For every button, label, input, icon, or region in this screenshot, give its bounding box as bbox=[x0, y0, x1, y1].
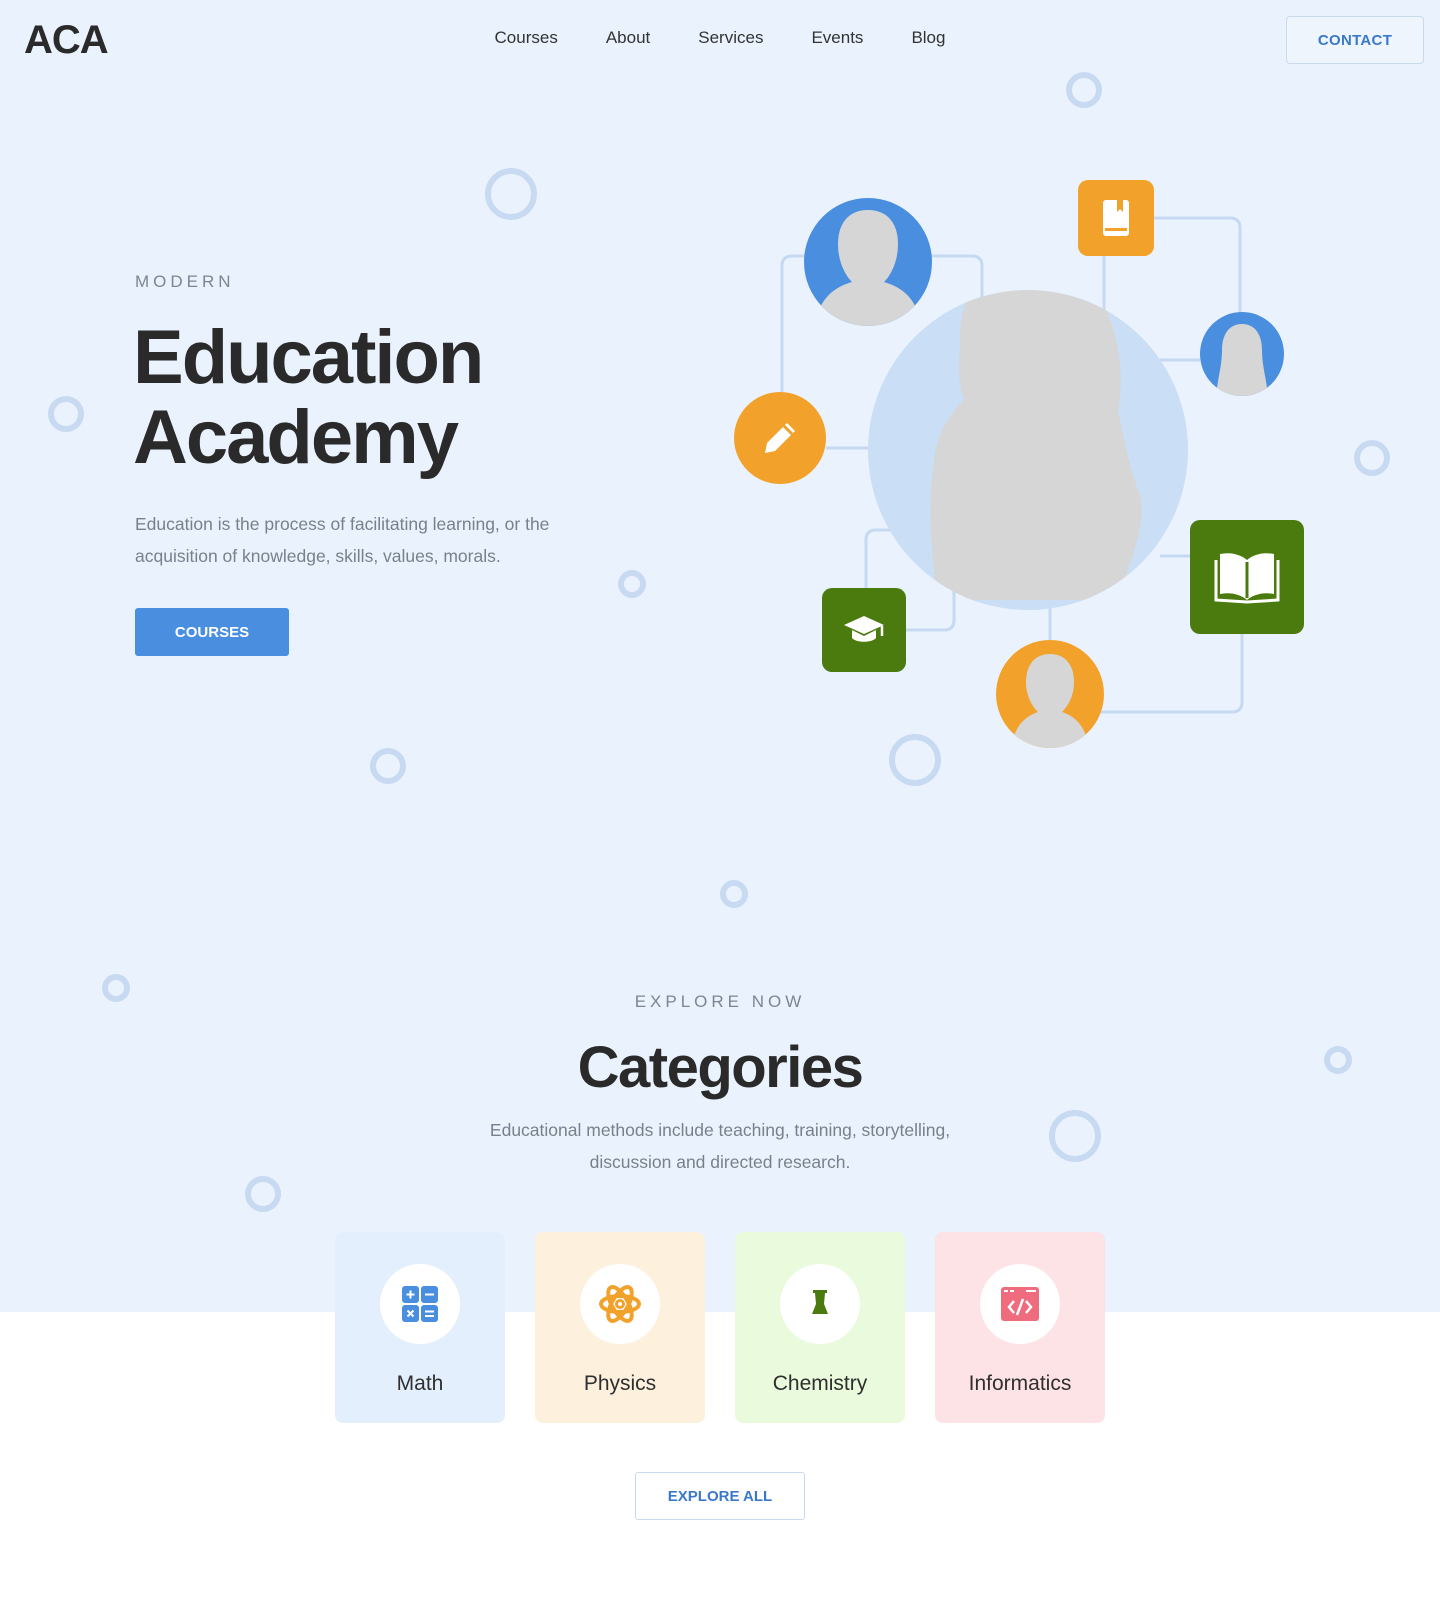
flask-icon bbox=[812, 1290, 828, 1314]
avatar-blue-small bbox=[1200, 312, 1284, 396]
category-label: Chemistry bbox=[772, 1372, 868, 1395]
open-book-icon bbox=[1214, 553, 1280, 604]
code-icon bbox=[1001, 1287, 1039, 1321]
book-icon bbox=[1103, 200, 1129, 236]
graduation-cap-icon bbox=[844, 616, 884, 642]
hero-illustration bbox=[0, 0, 1440, 800]
category-card-informatics[interactable]: Informatics bbox=[935, 1232, 1105, 1423]
category-label: Informatics bbox=[968, 1372, 1072, 1395]
categories-eyebrow: EXPLORE NOW bbox=[634, 992, 806, 1011]
graduation-badge bbox=[822, 588, 906, 672]
decorative-ring bbox=[1049, 1110, 1101, 1162]
open-book-badge bbox=[1190, 520, 1304, 634]
decorative-ring bbox=[245, 1176, 281, 1212]
explore-all-button[interactable]: EXPLORE ALL bbox=[635, 1472, 805, 1520]
category-label: Math bbox=[396, 1372, 444, 1395]
category-cards: Math Physics Chemistry Informatics bbox=[335, 1232, 1105, 1423]
category-card-math[interactable]: Math bbox=[335, 1232, 505, 1423]
pencil-icon bbox=[765, 423, 795, 453]
page: ACA Courses About Services Events Blog C… bbox=[0, 0, 1440, 1620]
avatar-icon bbox=[1216, 324, 1268, 396]
avatar-icon bbox=[820, 210, 916, 326]
category-card-chemistry[interactable]: Chemistry bbox=[735, 1232, 905, 1423]
calculator-icon bbox=[402, 1286, 438, 1322]
categories-description: Educational methods include teaching, tr… bbox=[489, 1120, 951, 1172]
atom-icon bbox=[599, 1285, 641, 1323]
main-portrait bbox=[868, 290, 1188, 610]
category-icon-circle bbox=[980, 1264, 1060, 1344]
categories-title: Categories bbox=[577, 1035, 864, 1100]
connector-lines bbox=[780, 216, 1244, 714]
avatar-icon bbox=[1014, 654, 1086, 748]
person-silhouette-icon bbox=[930, 290, 1142, 600]
category-label: Physics bbox=[583, 1372, 657, 1395]
book-badge bbox=[1078, 180, 1154, 256]
category-icon-circle bbox=[780, 1264, 860, 1344]
category-icon-circle bbox=[380, 1264, 460, 1344]
avatar-orange bbox=[996, 640, 1104, 748]
pencil-badge bbox=[734, 392, 826, 484]
category-card-physics[interactable]: Physics bbox=[535, 1232, 705, 1423]
decorative-ring bbox=[720, 880, 748, 908]
category-icon-circle bbox=[580, 1264, 660, 1344]
avatar-blue-large bbox=[804, 198, 932, 326]
